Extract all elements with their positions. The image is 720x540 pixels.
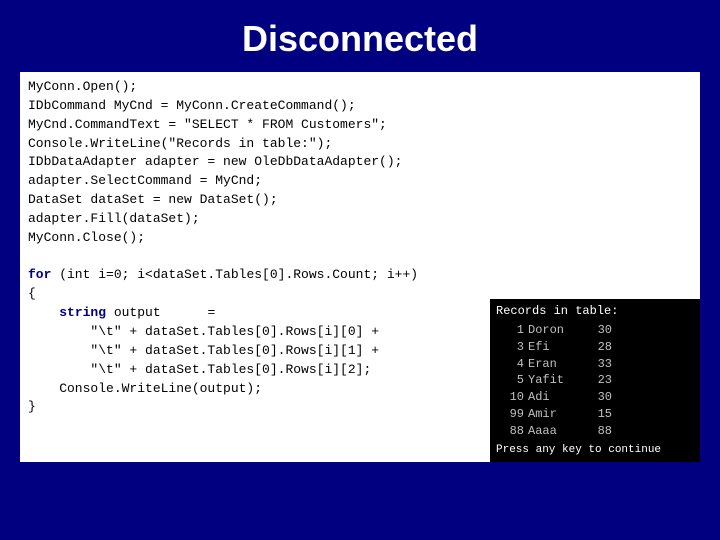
code-line: "\t" + dataSet.Tables[0].Rows[i][1] + [28,343,379,358]
code-line: "\t" + dataSet.Tables[0].Rows[i][0] + [28,324,379,339]
code-line: for (int i=0; i<dataSet.Tables[0].Rows.C… [28,267,418,282]
code-line: { [28,286,36,301]
press-any-key-label: Press any key to continue [496,443,694,458]
code-line: DataSet dataSet = new DataSet(); [28,192,278,207]
code-line: MyCnd.CommandText = "SELECT * FROM Custo… [28,117,387,132]
code-line: Console.WriteLine(output); [28,381,262,396]
console-records: 1 Doron 30 3 Efi 28 4 Eran 33 5 Yafit 23… [496,322,694,440]
console-output: Records in table: 1 Doron 30 3 Efi 28 4 … [490,299,700,462]
page-title: Disconnected [0,0,720,72]
code-line: IDbCommand MyCnd = MyConn.CreateCommand(… [28,98,356,113]
main-content: MyConn.Open(); IDbCommand MyCnd = MyConn… [20,72,700,462]
code-line: IDbDataAdapter adapter = new OleDbDataAd… [28,154,402,169]
table-row: 88 Aaaa 88 [496,423,694,440]
code-line: } [28,399,36,414]
code-line: MyConn.Open(); [28,79,137,94]
code-line: "\t" + dataSet.Tables[0].Rows[i][2]; [28,362,371,377]
table-row: 5 Yafit 23 [496,372,694,389]
code-line: MyConn.Close(); [28,230,145,245]
code-line: string output = [28,305,215,320]
code-line: adapter.SelectCommand = MyCnd; [28,173,262,188]
table-row: 99 Amir 15 [496,406,694,423]
table-row: 3 Efi 28 [496,339,694,356]
code-line: Console.WriteLine("Records in table:"); [28,136,332,151]
console-header: Records in table: [496,303,694,320]
table-row: 1 Doron 30 [496,322,694,339]
table-row: 4 Eran 33 [496,356,694,373]
table-row: 10 Adi 30 [496,389,694,406]
code-line: adapter.Fill(dataSet); [28,211,200,226]
